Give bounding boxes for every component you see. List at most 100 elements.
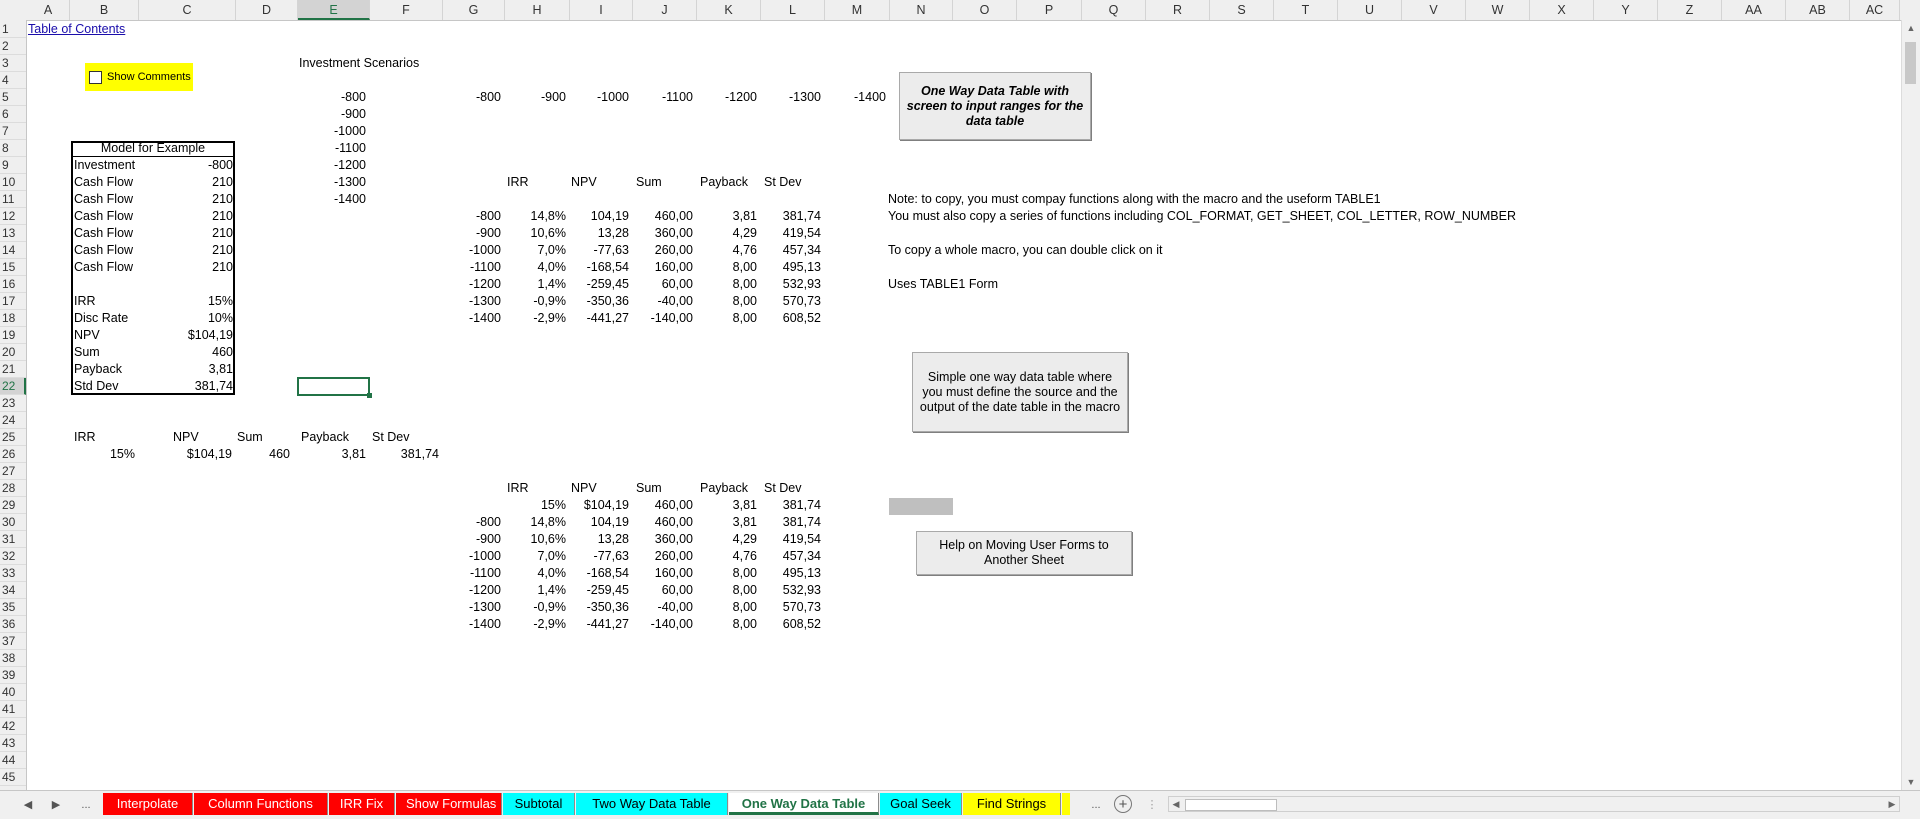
row-header-37[interactable]: 37: [0, 633, 26, 650]
sheet-tab-subtotal[interactable]: Subtotal: [503, 793, 575, 815]
row-header-34[interactable]: 34: [0, 582, 26, 599]
column-header-u[interactable]: U: [1338, 0, 1402, 20]
row-header-12[interactable]: 12: [0, 208, 26, 225]
row-header-18[interactable]: 18: [0, 310, 26, 327]
sheet-tab-one-way-data-table[interactable]: One Way Data Table: [729, 793, 879, 815]
row-header-26[interactable]: 26: [0, 446, 26, 463]
table-of-contents-link[interactable]: Table of Contents: [28, 21, 125, 38]
row-header-19[interactable]: 19: [0, 327, 26, 344]
column-header-h[interactable]: H: [505, 0, 570, 20]
one-way-data-table-screen-button[interactable]: One Way Data Table with screen to input …: [899, 72, 1091, 140]
row-header-45[interactable]: 45: [0, 769, 26, 786]
vertical-scroll-thumb[interactable]: [1905, 42, 1916, 84]
column-header-o[interactable]: O: [953, 0, 1017, 20]
scroll-up-icon[interactable]: ▲: [1902, 20, 1920, 36]
column-header-x[interactable]: X: [1530, 0, 1594, 20]
column-header-b[interactable]: B: [70, 0, 139, 20]
column-header-r[interactable]: R: [1146, 0, 1210, 20]
sheet-tab-find-strings[interactable]: Find Strings: [963, 793, 1061, 815]
row-header-42[interactable]: 42: [0, 718, 26, 735]
sheet-tab-irr-fix[interactable]: IRR Fix: [329, 793, 395, 815]
column-header-m[interactable]: M: [825, 0, 890, 20]
row-header-2[interactable]: 2: [0, 38, 26, 55]
row-header-16[interactable]: 16: [0, 276, 26, 293]
column-header-w[interactable]: W: [1466, 0, 1530, 20]
sheet-tab-show-formulas[interactable]: Show Formulas: [396, 793, 502, 815]
row-header-14[interactable]: 14: [0, 242, 26, 259]
row-header-44[interactable]: 44: [0, 752, 26, 769]
row-header-29[interactable]: 29: [0, 497, 26, 514]
row-header-35[interactable]: 35: [0, 599, 26, 616]
row-header-41[interactable]: 41: [0, 701, 26, 718]
row-header-5[interactable]: 5: [0, 89, 26, 106]
column-header-d[interactable]: D: [236, 0, 298, 20]
column-header-q[interactable]: Q: [1082, 0, 1146, 20]
row-header-15[interactable]: 15: [0, 259, 26, 276]
splitter-handle-icon[interactable]: ⋮: [1142, 796, 1162, 814]
row-header-36[interactable]: 36: [0, 616, 26, 633]
vertical-scrollbar[interactable]: ▲ ▼: [1901, 20, 1920, 790]
column-header-t[interactable]: T: [1274, 0, 1338, 20]
row-header-3[interactable]: 3: [0, 55, 26, 72]
column-header-aa[interactable]: AA: [1722, 0, 1786, 20]
horizontal-scrollbar[interactable]: ◀ ▶: [1168, 796, 1900, 812]
scroll-right-icon[interactable]: ▶: [1885, 797, 1899, 811]
row-header-38[interactable]: 38: [0, 650, 26, 667]
column-header-e[interactable]: E: [298, 0, 370, 20]
row-header-6[interactable]: 6: [0, 106, 26, 123]
next-sheet-icon[interactable]: ▶: [46, 796, 66, 814]
sheet-tab-goal-seek[interactable]: Goal Seek: [880, 793, 962, 815]
row-header-40[interactable]: 40: [0, 684, 26, 701]
row-header-31[interactable]: 31: [0, 531, 26, 548]
sheet-tab-partial[interactable]: [1062, 793, 1070, 815]
add-sheet-icon[interactable]: +: [1114, 795, 1132, 813]
row-header-17[interactable]: 17: [0, 293, 26, 310]
show-comments-checkbox[interactable]: Show Comments: [85, 63, 193, 91]
column-header-ac[interactable]: AC: [1850, 0, 1900, 20]
column-header-a[interactable]: A: [27, 0, 70, 20]
prev-sheet-icon[interactable]: ◀: [18, 796, 38, 814]
column-header-s[interactable]: S: [1210, 0, 1274, 20]
sheet-tab-column-functions[interactable]: Column Functions: [194, 793, 328, 815]
row-header-9[interactable]: 9: [0, 157, 26, 174]
simple-one-way-data-table-button[interactable]: Simple one way data table where you must…: [912, 352, 1128, 432]
scroll-left-icon[interactable]: ◀: [1169, 797, 1183, 811]
column-header-k[interactable]: K: [697, 0, 761, 20]
row-header-28[interactable]: 28: [0, 480, 26, 497]
row-header-33[interactable]: 33: [0, 565, 26, 582]
column-header-n[interactable]: N: [890, 0, 953, 20]
column-header-v[interactable]: V: [1402, 0, 1466, 20]
checkbox-icon[interactable]: [89, 70, 102, 84]
column-header-p[interactable]: P: [1017, 0, 1082, 20]
selected-cell-e22[interactable]: [297, 377, 372, 398]
row-header-43[interactable]: 43: [0, 735, 26, 752]
tabs-more-left[interactable]: ...: [76, 796, 96, 814]
row-header-24[interactable]: 24: [0, 412, 26, 429]
row-header-8[interactable]: 8: [0, 140, 26, 157]
sheet-tab-interpolate[interactable]: Interpolate: [103, 793, 193, 815]
row-header-11[interactable]: 11: [0, 191, 26, 208]
tabs-more-right[interactable]: ...: [1086, 796, 1106, 814]
row-header-27[interactable]: 27: [0, 463, 26, 480]
sheet-tab-two-way-data-table[interactable]: Two Way Data Table: [576, 793, 728, 815]
column-header-j[interactable]: J: [633, 0, 697, 20]
row-header-4[interactable]: 4: [0, 72, 26, 89]
column-header-g[interactable]: G: [443, 0, 505, 20]
column-header-y[interactable]: Y: [1594, 0, 1658, 20]
column-header-f[interactable]: F: [370, 0, 443, 20]
row-header-22[interactable]: 22: [0, 378, 26, 395]
column-header-ab[interactable]: AB: [1786, 0, 1850, 20]
row-header-10[interactable]: 10: [0, 174, 26, 191]
column-header-i[interactable]: I: [570, 0, 633, 20]
row-header-32[interactable]: 32: [0, 548, 26, 565]
column-header-c[interactable]: C: [139, 0, 236, 20]
column-header-z[interactable]: Z: [1658, 0, 1722, 20]
row-header-30[interactable]: 30: [0, 514, 26, 531]
row-header-23[interactable]: 23: [0, 395, 26, 412]
row-header-39[interactable]: 39: [0, 667, 26, 684]
row-header-25[interactable]: 25: [0, 429, 26, 446]
row-header-1[interactable]: 1: [0, 21, 26, 38]
row-header-13[interactable]: 13: [0, 225, 26, 242]
worksheet-grid[interactable]: Table of Contents Show Comments Investme…: [27, 21, 1900, 791]
help-moving-user-forms-button[interactable]: Help on Moving User Forms to Another She…: [916, 531, 1132, 575]
